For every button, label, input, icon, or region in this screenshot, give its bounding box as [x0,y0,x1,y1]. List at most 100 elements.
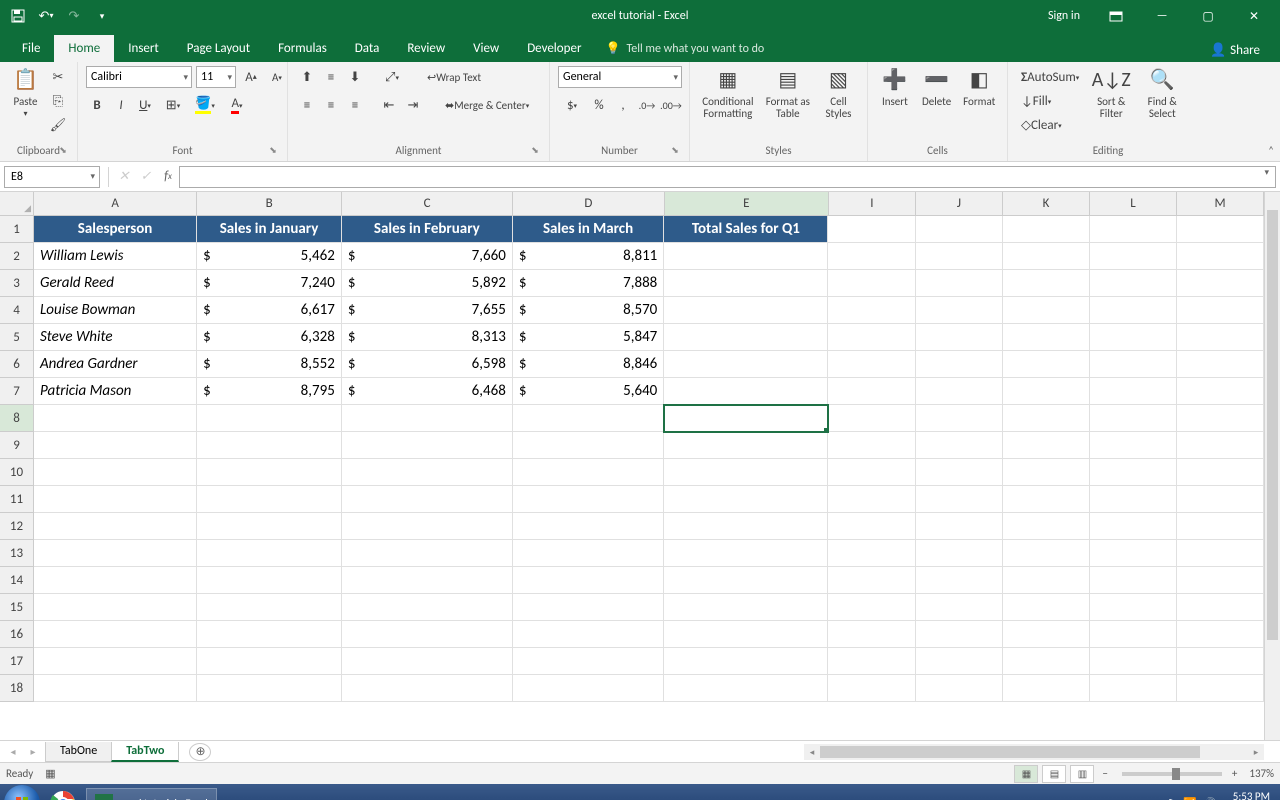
tell-me-search[interactable]: 💡 Tell me what you want to do [595,35,774,62]
cell[interactable] [342,513,513,540]
cell[interactable] [34,405,197,432]
tab-review[interactable]: Review [393,35,459,62]
zoom-slider[interactable] [1122,772,1222,776]
cell[interactable] [1090,324,1177,351]
grow-font-button[interactable]: A▴ [240,66,262,88]
align-top-button[interactable]: ⬆ [296,66,318,88]
sheet-tab-tabtwo[interactable]: TabTwo [111,742,179,762]
cell[interactable] [34,675,197,702]
font-size-combo[interactable]: 11 [196,66,236,88]
cell[interactable] [664,540,828,567]
cell[interactable] [1003,675,1090,702]
cell[interactable] [1177,297,1264,324]
row-header-9[interactable]: 9 [0,432,34,459]
sheet-nav[interactable]: ◂▸ [0,745,46,758]
cut-button[interactable]: ✂ [47,66,69,88]
name-cell[interactable]: Steve White [34,324,197,351]
cell[interactable] [1003,378,1090,405]
cell[interactable] [916,459,1003,486]
fill-color-button[interactable]: 🪣▾ [190,94,220,116]
column-headers[interactable]: ABCDEIJKLM [34,192,1264,216]
money-cell[interactable]: $7,655 [342,297,513,324]
cell[interactable] [916,405,1003,432]
cell[interactable] [1003,459,1090,486]
cell[interactable] [916,675,1003,702]
tab-view[interactable]: View [459,35,513,62]
money-cell[interactable]: $7,888 [513,270,664,297]
format-as-table-button[interactable]: ▤Format as Table [762,66,814,120]
name-cell[interactable]: Andrea Gardner [34,351,197,378]
ribbon-display-options[interactable] [1094,2,1138,30]
col-header-D[interactable]: D [513,192,665,216]
cell[interactable] [1177,540,1264,567]
merge-center-button[interactable]: ⬌ Merge & Center ▾ [440,94,534,116]
tray-flag-icon[interactable]: ⚑ [1167,797,1177,800]
cell[interactable] [1177,324,1264,351]
align-middle-button[interactable]: ≡ [320,66,342,88]
col-header-M[interactable]: M [1177,192,1264,216]
cell[interactable] [1090,675,1177,702]
cell[interactable] [197,513,342,540]
align-bottom-button[interactable]: ⬇ [344,66,366,88]
cell[interactable] [342,675,513,702]
row-header-3[interactable]: 3 [0,270,34,297]
cell[interactable] [342,594,513,621]
cell[interactable] [34,594,197,621]
cell[interactable] [828,648,915,675]
formula-input[interactable] [179,166,1276,188]
row-header-8[interactable]: 8 [0,405,34,432]
active-cell[interactable] [664,405,828,432]
cell[interactable] [1177,216,1264,243]
row-header-5[interactable]: 5 [0,324,34,351]
cell[interactable] [1090,432,1177,459]
select-all-button[interactable] [0,192,34,216]
money-cell[interactable]: $8,811 [513,243,664,270]
cell[interactable] [34,432,197,459]
cell[interactable] [916,648,1003,675]
money-cell[interactable]: $5,847 [513,324,664,351]
accounting-format-button[interactable]: $▾ [558,94,586,116]
cell[interactable] [916,243,1003,270]
cell[interactable] [828,675,915,702]
cell[interactable] [1003,432,1090,459]
cell[interactable] [664,270,828,297]
name-box[interactable]: E8 [4,166,100,188]
col-header-B[interactable]: B [197,192,342,216]
cell[interactable] [34,540,197,567]
number-format-combo[interactable]: General [558,66,682,88]
cell[interactable] [1003,567,1090,594]
cell[interactable] [1003,297,1090,324]
taskbar-clock[interactable]: 5:53 PM 2/13/2017 [1222,791,1270,800]
cell[interactable] [1003,324,1090,351]
bold-button[interactable]: B [86,94,108,116]
cell[interactable] [1177,459,1264,486]
cell[interactable] [197,432,342,459]
cell[interactable] [513,621,664,648]
money-cell[interactable]: $7,660 [342,243,513,270]
zoom-level[interactable]: 137% [1249,767,1274,780]
number-launcher[interactable]: ⬊ [669,145,681,157]
row-header-15[interactable]: 15 [0,594,34,621]
taskbar-excel[interactable]: X excel tutorial - Excel [86,788,217,800]
row-header-13[interactable]: 13 [0,540,34,567]
wrap-text-button[interactable]: ↩ Wrap Text [422,66,486,88]
cell[interactable] [664,243,828,270]
cell[interactable] [1090,297,1177,324]
cell[interactable] [1177,513,1264,540]
insert-function-button[interactable]: fx [157,166,179,188]
cell[interactable] [664,324,828,351]
name-cell[interactable]: Louise Bowman [34,297,197,324]
cell[interactable] [916,540,1003,567]
cell[interactable] [664,621,828,648]
sort-filter-button[interactable]: A↓ZSort & Filter [1088,66,1134,120]
cell[interactable] [916,486,1003,513]
close-button[interactable]: ✕ [1232,2,1276,30]
cell[interactable] [197,648,342,675]
cell[interactable] [342,567,513,594]
clipboard-launcher[interactable]: ⬊ [57,145,69,157]
row-header-1[interactable]: 1 [0,216,34,243]
cell[interactable] [342,459,513,486]
cell[interactable] [1177,621,1264,648]
cell[interactable] [1003,594,1090,621]
row-header-4[interactable]: 4 [0,297,34,324]
